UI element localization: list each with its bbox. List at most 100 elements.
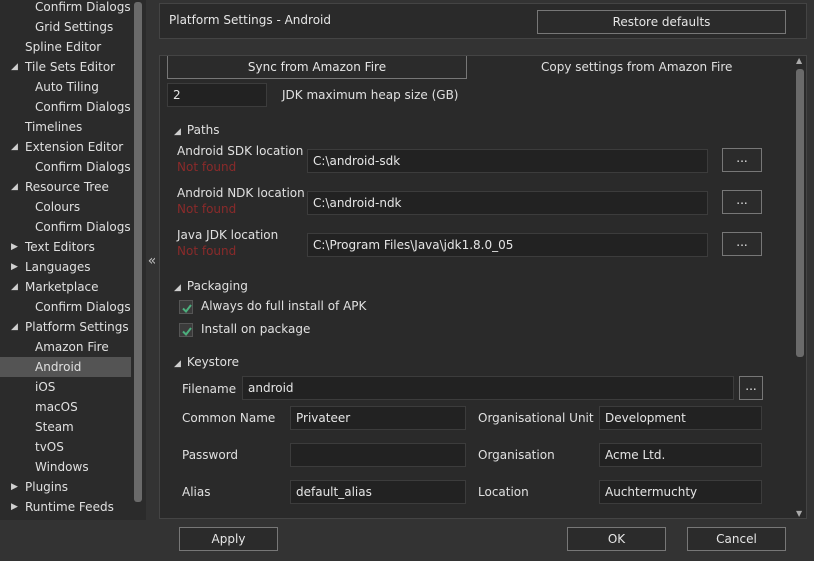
jdk-browse-button[interactable]: ... xyxy=(722,232,762,256)
sidebar-item-label: Android xyxy=(35,360,82,374)
paths-title: Paths xyxy=(186,123,220,137)
sidebar-item[interactable]: Auto Tiling xyxy=(0,77,131,97)
content-scroll-thumb[interactable] xyxy=(796,69,804,357)
sidebar-item-label: Plugins xyxy=(25,480,68,494)
content-scrollbar[interactable]: ▲ ▼ xyxy=(794,56,806,518)
sidebar-item[interactable]: ▶ Text Editors xyxy=(0,237,131,257)
sidebar-item[interactable]: ◢ Marketplace xyxy=(0,277,131,297)
collapsed-triangle-icon[interactable]: ▶ xyxy=(11,237,21,257)
org-unit-input[interactable]: Development xyxy=(599,406,762,430)
expanded-triangle-icon: ◢ xyxy=(174,283,181,293)
install-on-package-checkbox[interactable] xyxy=(179,323,193,337)
restore-defaults-button[interactable]: Restore defaults xyxy=(537,10,786,34)
collapsed-triangle-icon[interactable]: ▶ xyxy=(11,477,21,497)
sidebar-item-label: Spline Editor xyxy=(25,40,102,54)
sidebar-item[interactable]: ◢ Platform Settings xyxy=(0,317,131,337)
sidebar-item[interactable]: ▶ Languages xyxy=(0,257,131,277)
packaging-title: Packaging xyxy=(186,279,248,293)
scroll-down-icon[interactable]: ▼ xyxy=(796,509,802,518)
sidebar-item-label: Auto Tiling xyxy=(35,80,99,94)
sidebar-item[interactable]: Spline Editor xyxy=(0,37,131,57)
checkmark-icon xyxy=(182,327,192,337)
sidebar-item-label: tvOS xyxy=(35,440,64,454)
organisation-input[interactable]: Acme Ltd. xyxy=(599,443,762,467)
ndk-location-input[interactable]: C:\android-ndk xyxy=(307,191,708,215)
expanded-triangle-icon[interactable]: ◢ xyxy=(11,57,21,77)
sidebar-item-label: Confirm Dialogs xyxy=(35,220,131,234)
cancel-button[interactable]: Cancel xyxy=(687,527,786,551)
sidebar-item-label: macOS xyxy=(35,400,78,414)
expanded-triangle-icon[interactable]: ◢ xyxy=(11,277,21,297)
sidebar-item[interactable]: Amazon Fire xyxy=(0,337,131,357)
jdk-status: Not found xyxy=(177,244,237,258)
sidebar-item[interactable]: Windows xyxy=(0,457,131,477)
sidebar-item-label: Languages xyxy=(25,260,91,274)
keystore-filename-input[interactable]: android xyxy=(242,376,734,400)
common-name-label: Common Name xyxy=(182,411,276,425)
sidebar-item-label: Amazon Fire xyxy=(35,340,109,354)
paths-section-header[interactable]: ◢ Paths xyxy=(174,123,220,137)
sidebar-item[interactable]: Android xyxy=(0,357,131,377)
page-title: Platform Settings - Android xyxy=(169,13,331,27)
alias-input[interactable]: default_alias xyxy=(290,480,466,504)
copy-settings-link[interactable]: Copy settings from Amazon Fire xyxy=(541,60,732,74)
common-name-input[interactable]: Privateer xyxy=(290,406,466,430)
password-input[interactable] xyxy=(290,443,466,467)
ndk-browse-button[interactable]: ... xyxy=(722,190,762,214)
sdk-location-label: Android SDK location xyxy=(177,144,304,158)
sidebar-item[interactable]: Confirm Dialogs xyxy=(0,97,131,117)
checkmark-icon xyxy=(182,304,192,314)
full-install-checkbox[interactable] xyxy=(179,300,193,314)
sidebar-item[interactable]: Steam xyxy=(0,417,131,437)
ndk-status: Not found xyxy=(177,202,237,216)
sdk-browse-button[interactable]: ... xyxy=(722,148,762,172)
jdk-location-input[interactable]: C:\Program Files\Java\jdk1.8.0_05 xyxy=(307,233,708,257)
sidebar-item[interactable]: ◢ Resource Tree xyxy=(0,177,131,197)
sidebar-item[interactable]: Confirm Dialogs xyxy=(0,0,131,17)
sidebar-item[interactable]: ◢ Extension Editor xyxy=(0,137,131,157)
sync-from-amazon-fire-button[interactable]: Sync from Amazon Fire xyxy=(167,56,467,79)
ok-button[interactable]: OK xyxy=(567,527,666,551)
sidebar-item[interactable]: iOS xyxy=(0,377,131,397)
sidebar-item-label: Extension Editor xyxy=(25,140,124,154)
sidebar-item[interactable]: Confirm Dialogs xyxy=(0,297,131,317)
sidebar-item[interactable]: Confirm Dialogs xyxy=(0,157,131,177)
sidebar-item-label: Resource Tree xyxy=(25,180,109,194)
sidebar-item-label: Steam xyxy=(35,420,74,434)
sidebar-item[interactable]: Confirm Dialogs xyxy=(0,217,131,237)
sidebar-scrollbar[interactable] xyxy=(132,0,145,520)
sidebar-scroll-thumb[interactable] xyxy=(134,2,142,502)
sdk-location-input[interactable]: C:\android-sdk xyxy=(307,149,708,173)
page-header: Platform Settings - Android Restore defa… xyxy=(159,3,807,39)
password-label: Password xyxy=(182,448,239,462)
sidebar-item[interactable]: Colours xyxy=(0,197,131,217)
sidebar-item[interactable]: ▶ Runtime Feeds xyxy=(0,497,131,517)
sidebar-item[interactable]: macOS xyxy=(0,397,131,417)
sidebar-item[interactable]: tvOS xyxy=(0,437,131,457)
sidebar-item-label: Colours xyxy=(35,200,81,214)
apply-button[interactable]: Apply xyxy=(179,527,278,551)
alias-label: Alias xyxy=(182,485,211,499)
sidebar-item[interactable]: ▶ Plugins xyxy=(0,477,131,497)
heap-size-input[interactable]: 2 xyxy=(167,83,267,107)
sidebar-item[interactable]: Grid Settings xyxy=(0,17,131,37)
sidebar-item-label: Grid Settings xyxy=(35,20,114,34)
collapsed-triangle-icon[interactable]: ▶ xyxy=(11,497,21,517)
location-input[interactable]: Auchtermuchty xyxy=(599,480,762,504)
scroll-up-icon[interactable]: ▲ xyxy=(796,56,802,65)
collapsed-triangle-icon[interactable]: ▶ xyxy=(11,257,21,277)
sidebar-item[interactable]: Timelines xyxy=(0,117,131,137)
location-label: Location xyxy=(478,485,529,499)
expanded-triangle-icon[interactable]: ◢ xyxy=(11,177,21,197)
packaging-section-header[interactable]: ◢ Packaging xyxy=(174,279,248,293)
sidebar-item-label: iOS xyxy=(35,380,56,394)
keystore-filename-label: Filename xyxy=(182,382,237,396)
keystore-section-header[interactable]: ◢ Keystore xyxy=(174,355,239,369)
sidebar-item[interactable]: ◢ Tile Sets Editor xyxy=(0,57,131,77)
collapse-sidebar-icon[interactable]: « xyxy=(146,253,158,269)
expanded-triangle-icon[interactable]: ◢ xyxy=(11,137,21,157)
sidebar-item-label: Runtime Feeds xyxy=(25,500,114,514)
expanded-triangle-icon[interactable]: ◢ xyxy=(11,317,21,337)
sidebar-item-label: Confirm Dialogs xyxy=(35,160,131,174)
keystore-browse-button[interactable]: ... xyxy=(739,376,763,400)
